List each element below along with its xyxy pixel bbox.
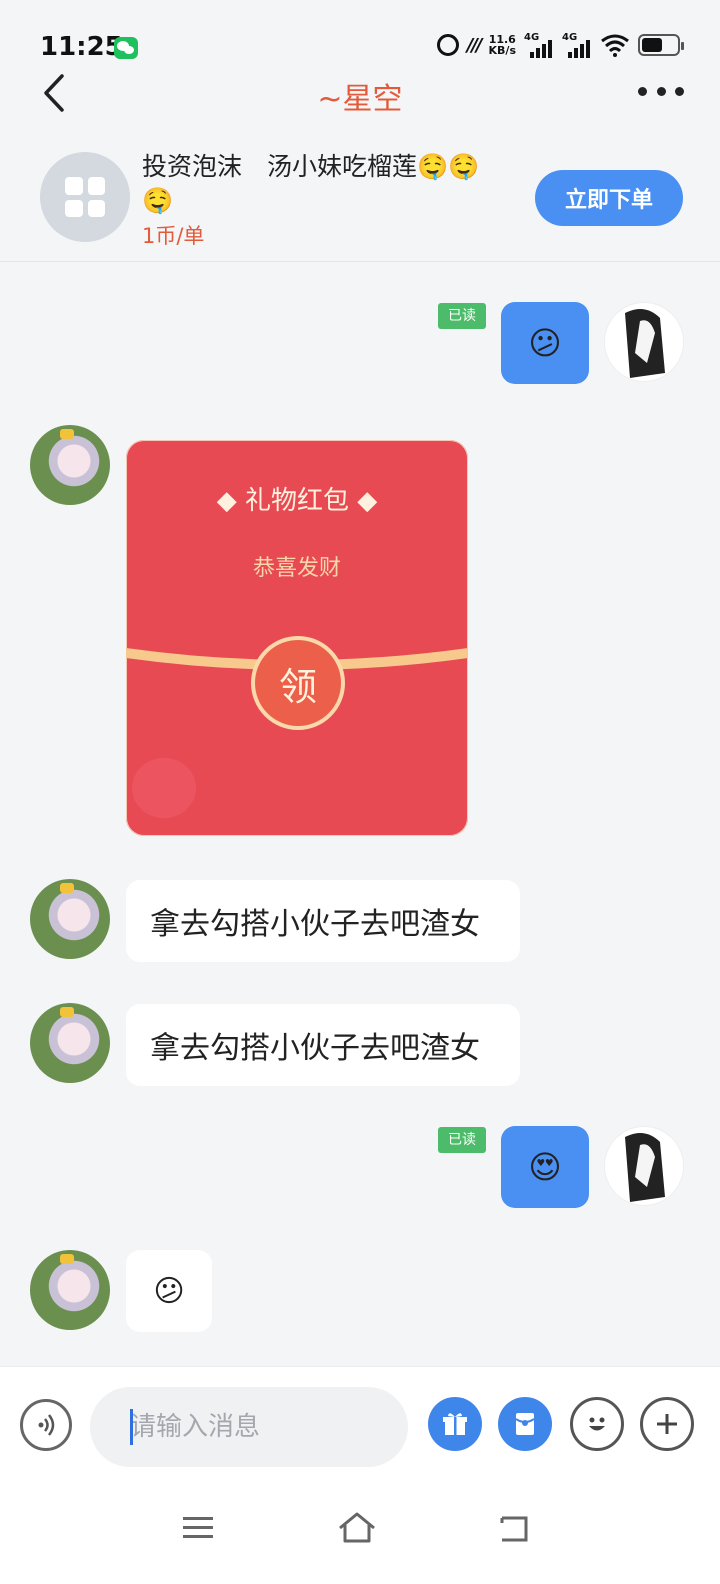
hd-icon: /// bbox=[466, 34, 483, 56]
voice-icon[interactable] bbox=[20, 1399, 72, 1451]
product-title: 投资泡沫 汤小妹吃榴莲🤤🤤🤤 bbox=[142, 152, 480, 215]
contact-avatar[interactable] bbox=[30, 1250, 110, 1330]
message-bubble-incoming[interactable]: 😕 bbox=[126, 1250, 212, 1332]
plus-icon[interactable] bbox=[640, 1397, 694, 1451]
product-bar: 投资泡沫 汤小妹吃榴莲🤤🤤🤤 1币/单 立即下单 bbox=[0, 140, 720, 262]
message-bubble-outgoing[interactable]: 😍 bbox=[501, 1126, 589, 1208]
input-bar bbox=[0, 1366, 720, 1484]
network-speed: 11.6 KB/s bbox=[488, 33, 516, 57]
signal-icon-1: 4G bbox=[524, 32, 554, 58]
red-packet-message[interactable]: ◆ 礼物红包 ◆ 恭喜发财 领 bbox=[126, 440, 468, 836]
chat-header: ~星空 bbox=[0, 60, 720, 132]
battery-icon bbox=[638, 34, 684, 56]
back-icon[interactable] bbox=[490, 1508, 540, 1548]
red-packet-open-button[interactable]: 领 bbox=[251, 636, 345, 730]
contact-avatar[interactable] bbox=[30, 425, 110, 505]
menu-icon[interactable] bbox=[173, 1508, 223, 1548]
product-thumbnail[interactable] bbox=[40, 152, 130, 242]
apps-grid-icon bbox=[65, 177, 105, 217]
message-bubble-outgoing[interactable]: 😕 bbox=[501, 302, 589, 384]
text-caret bbox=[130, 1409, 133, 1445]
read-badge: 已读 bbox=[438, 303, 486, 329]
red-packet-title: ◆ 礼物红包 ◆ bbox=[216, 486, 378, 516]
status-icons: /// 11.6 KB/s 4G 4G bbox=[436, 32, 684, 58]
red-packet-icon[interactable] bbox=[498, 1397, 552, 1451]
emoji-icon[interactable] bbox=[570, 1397, 624, 1451]
my-avatar[interactable] bbox=[604, 302, 684, 382]
alarm-icon bbox=[436, 34, 459, 56]
system-nav-bar bbox=[0, 1484, 720, 1584]
status-time: 11:25 bbox=[40, 32, 123, 62]
my-avatar[interactable] bbox=[604, 1126, 684, 1206]
message-bubble-incoming[interactable]: 拿去勾搭小伙子去吧渣女 bbox=[126, 1004, 520, 1086]
message-bubble-incoming[interactable]: 拿去勾搭小伙子去吧渣女 bbox=[126, 880, 520, 962]
red-packet-subtitle: 恭喜发财 bbox=[252, 556, 341, 581]
order-now-button[interactable]: 立即下单 bbox=[535, 170, 683, 226]
message-input[interactable] bbox=[90, 1387, 408, 1467]
read-badge: 已读 bbox=[438, 1127, 486, 1153]
wechat-notification-icon bbox=[114, 37, 138, 59]
contact-avatar[interactable] bbox=[30, 1003, 110, 1083]
chat-title: ~星空 bbox=[317, 82, 403, 117]
status-bar: 11:25 /// 11.6 KB/s 4G 4G bbox=[0, 0, 720, 62]
more-dots-icon[interactable] bbox=[638, 84, 684, 98]
wifi-icon bbox=[601, 34, 629, 57]
signal-icon-2: 4G bbox=[562, 32, 592, 58]
contact-avatar[interactable] bbox=[30, 879, 110, 959]
gift-icon[interactable] bbox=[428, 1397, 482, 1451]
product-price: 1币/单 bbox=[142, 224, 205, 248]
red-packet-decoration bbox=[132, 758, 196, 818]
home-icon[interactable] bbox=[332, 1508, 382, 1548]
